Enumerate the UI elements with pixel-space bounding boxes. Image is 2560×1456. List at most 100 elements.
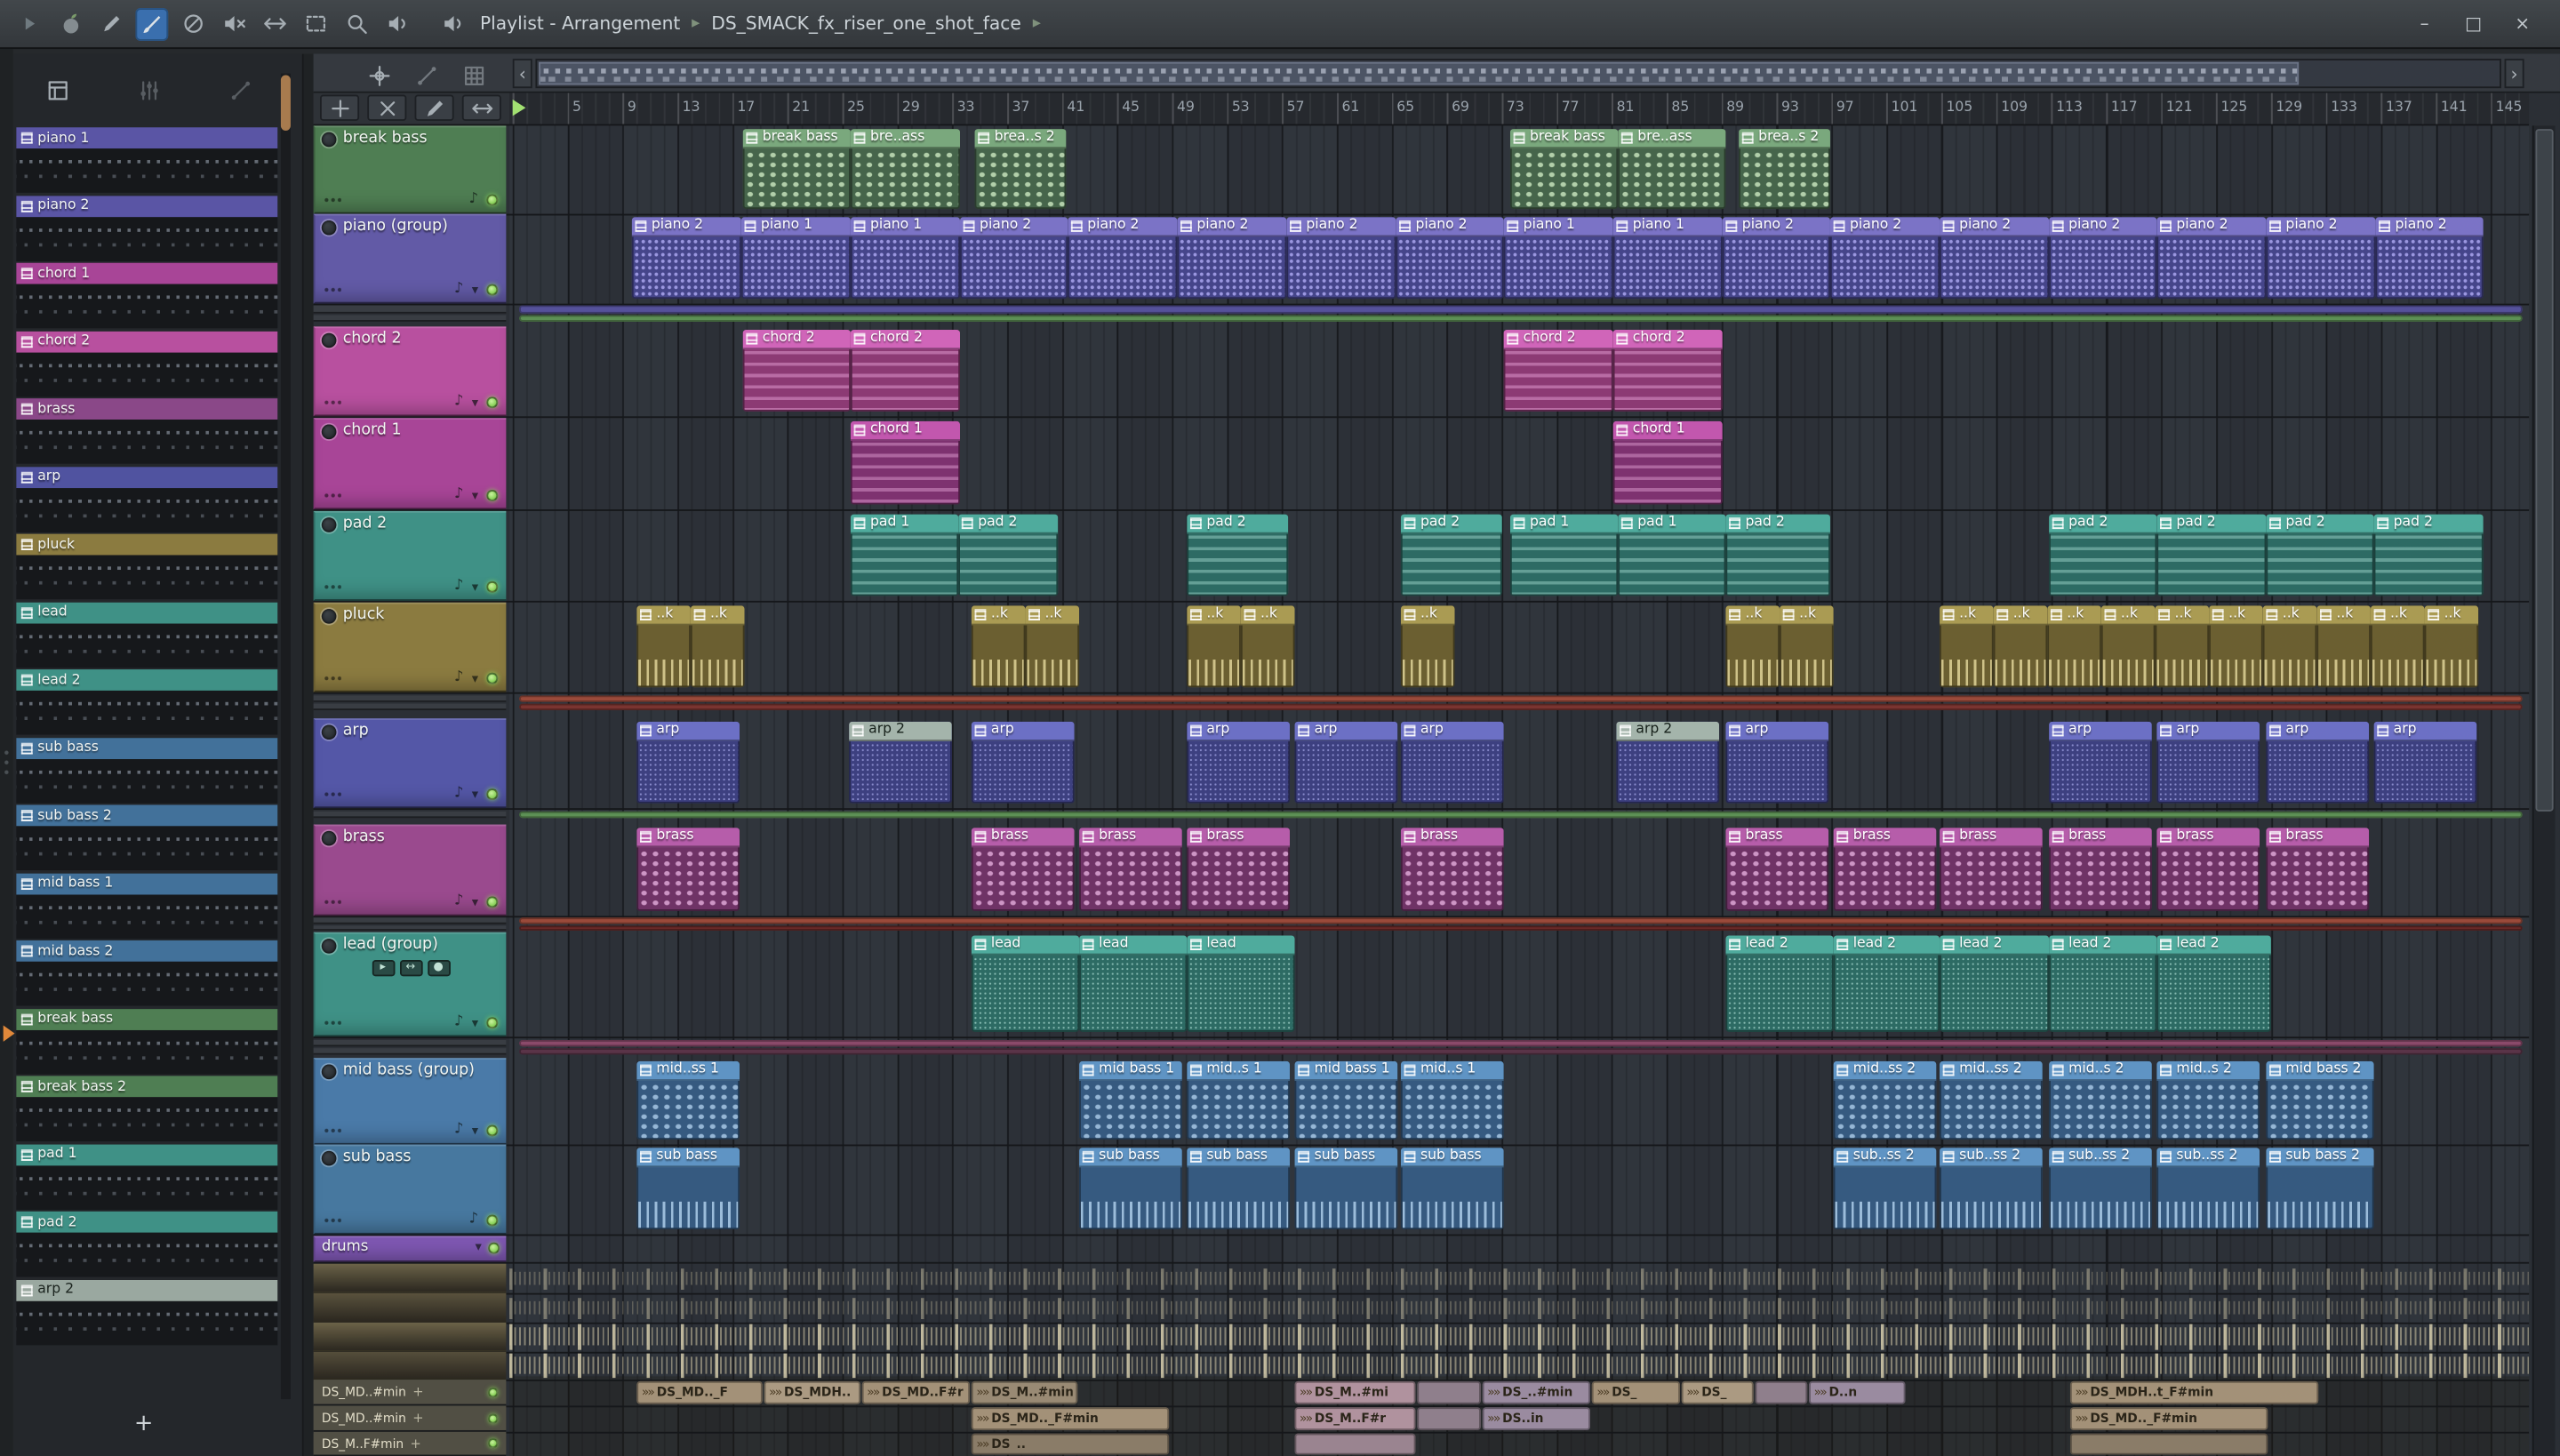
clip-chord-1[interactable]: chord 1: [1612, 420, 1723, 505]
clip-pad-2[interactable]: pad 2: [1725, 514, 1830, 596]
track-grip[interactable]: [323, 399, 341, 405]
picker-item-arp-2[interactable]: arp 2: [16, 1279, 278, 1345]
clip-pad-2[interactable]: pad 2: [2156, 514, 2267, 596]
track-menu-caret-icon[interactable]: ▾: [475, 1240, 481, 1254]
clip-arp[interactable]: arp: [2266, 721, 2370, 804]
panel-divider[interactable]: [303, 53, 314, 1456]
picker-item-break-bass[interactable]: break bass: [16, 1008, 278, 1074]
clip-piano-2[interactable]: piano 2: [1722, 217, 1830, 300]
slide-tool-icon[interactable]: [410, 59, 443, 92]
clip-k[interactable]: ..k: [1993, 605, 2048, 688]
clip-chord-2[interactable]: chord 2: [1612, 330, 1723, 412]
clip-lead[interactable]: lead: [971, 935, 1080, 1032]
clip-sub-bass-2[interactable]: sub bass 2: [2266, 1148, 2374, 1230]
clip-mid-s-1[interactable]: mid..s 1: [1400, 1060, 1504, 1140]
clip-lead[interactable]: lead: [1187, 935, 1295, 1032]
audio-waveform-lane[interactable]: [509, 1263, 2530, 1293]
track-menu-caret-icon[interactable]: ▾: [472, 580, 478, 594]
scroll-right-button[interactable]: ›: [2504, 59, 2524, 89]
clip-k[interactable]: ..k: [1240, 605, 1295, 688]
track-arm-icon[interactable]: ▸: [371, 959, 395, 977]
audio-clip-ds[interactable]: »» DS_..: [971, 1433, 1170, 1455]
clip-piano-1[interactable]: piano 1: [1503, 217, 1613, 300]
clip-piano-2[interactable]: piano 2: [1829, 217, 1940, 300]
clip-k[interactable]: ..k: [1940, 605, 1994, 688]
clip-piano-2[interactable]: piano 2: [2156, 217, 2267, 300]
track-mute-led[interactable]: [488, 1387, 499, 1397]
track-header-brass[interactable]: brass ♪ ▾: [313, 824, 507, 916]
clip-brea-s-2[interactable]: brea..s 2: [1739, 129, 1830, 210]
clip-k[interactable]: ..k: [971, 605, 1026, 688]
clip-mid-bass-1[interactable]: mid bass 1: [1079, 1060, 1182, 1140]
clip-piano-1[interactable]: piano 1: [850, 217, 960, 300]
picker-item-chord-2[interactable]: chord 2: [16, 330, 278, 396]
clip-pad-1[interactable]: pad 1: [1509, 514, 1619, 596]
audio-clip-ds-md-f[interactable]: »» DS_MD.._F: [636, 1380, 763, 1404]
track-mute-led[interactable]: [486, 580, 499, 593]
track-header-drums[interactable]: drums ▾: [313, 1236, 507, 1262]
menu-collapse-icon[interactable]: [13, 7, 46, 40]
clip-arp[interactable]: arp: [1725, 721, 1829, 804]
clip-k[interactable]: ..k: [2209, 605, 2263, 688]
automation-strip[interactable]: [519, 1039, 2523, 1047]
track-menu-caret-icon[interactable]: ▾: [472, 787, 478, 801]
track-menu-caret-icon[interactable]: ▾: [472, 1015, 478, 1029]
automation-strip[interactable]: [519, 917, 2523, 924]
clip-brass[interactable]: brass: [2266, 828, 2370, 911]
add-button[interactable]: [319, 94, 360, 121]
automation-strip[interactable]: [519, 695, 2523, 702]
clip-lead[interactable]: lead: [1079, 935, 1188, 1032]
audio-clip-ds-mdh-t-f-min[interactable]: »» DS_MDH..t_F#min: [2069, 1380, 2319, 1404]
automation-strip[interactable]: [519, 811, 2523, 819]
add-pattern-button[interactable]: +: [124, 1407, 164, 1440]
track-header-chord-2[interactable]: chord 2 ♪ ▾: [313, 326, 507, 417]
clip-piano-1[interactable]: piano 1: [1612, 217, 1723, 300]
clip-sub-ss-2[interactable]: sub..ss 2: [1833, 1148, 1937, 1230]
clip-sub-bass[interactable]: sub bass: [636, 1148, 740, 1230]
clip-piano-2[interactable]: piano 2: [2049, 217, 2157, 300]
timeline-ruler[interactable]: 5 9 13 17 21 25 29 33 37 41 45 49 53 57 61 65 69 73 77 81 85…: [509, 92, 2530, 126]
clip-brass[interactable]: brass: [2156, 828, 2260, 911]
track-header-ds-m-f-min[interactable]: DS_M..F#min +: [313, 1431, 507, 1456]
track-note-icon[interactable]: ♪: [454, 670, 464, 686]
clip-brass[interactable]: brass: [1725, 828, 1829, 911]
track-grip[interactable]: [323, 900, 341, 905]
clip-mid-bass-2[interactable]: mid bass 2: [2266, 1060, 2374, 1140]
picker-item-break-bass-2[interactable]: break bass 2: [16, 1076, 278, 1141]
clip-k[interactable]: ..k: [2370, 605, 2425, 688]
mute-tool-icon[interactable]: [217, 7, 250, 40]
clip-k[interactable]: ..k: [1025, 605, 1080, 688]
track-note-icon[interactable]: ♪: [454, 786, 464, 802]
playlist-minimap[interactable]: [535, 59, 2501, 89]
clip-piano-2[interactable]: piano 2: [2266, 217, 2376, 300]
clip-brass[interactable]: brass: [1079, 828, 1182, 911]
clip-pad-1[interactable]: pad 1: [1618, 514, 1726, 596]
picker-layout-icon[interactable]: [43, 75, 72, 104]
clip-piano-2[interactable]: piano 2: [959, 217, 1068, 300]
panel-grip[interactable]: [3, 748, 11, 778]
audio-track-header[interactable]: [313, 1292, 507, 1323]
close-button[interactable]: ×: [2511, 13, 2534, 35]
zoom-tool-icon[interactable]: [340, 7, 372, 40]
automation-strip[interactable]: [519, 925, 2523, 931]
picker-item-mid-bass-2[interactable]: mid bass 2: [16, 940, 278, 1006]
clip-mid-ss-2[interactable]: mid..ss 2: [1940, 1060, 2043, 1140]
clip-arp-2[interactable]: arp 2: [1616, 721, 1720, 804]
clip-arp[interactable]: arp: [2156, 721, 2260, 804]
track-mute-led[interactable]: [486, 672, 499, 684]
clip-piano-1[interactable]: piano 1: [740, 217, 851, 300]
clip-chord-2[interactable]: chord 2: [1503, 330, 1613, 412]
clip-sub-ss-2[interactable]: sub..ss 2: [2156, 1148, 2260, 1230]
slip-tool-icon[interactable]: [258, 7, 291, 40]
audio-clip-ds-m-mi[interactable]: »» DS_M..#mi: [1294, 1380, 1416, 1404]
automation-strip[interactable]: [519, 703, 2523, 710]
track-mute-led[interactable]: [486, 194, 499, 206]
track-note-icon[interactable]: ♪: [469, 1212, 479, 1228]
track-grip[interactable]: [323, 1128, 341, 1133]
clip-break-bass[interactable]: break bass: [1509, 129, 1619, 210]
playback-start-marker[interactable]: [512, 100, 526, 116]
select-tool-icon[interactable]: [299, 7, 332, 40]
audio-waveform-lane[interactable]: [509, 1351, 2530, 1380]
clip-brass[interactable]: brass: [2049, 828, 2152, 911]
track-note-icon[interactable]: ♪: [454, 579, 464, 595]
